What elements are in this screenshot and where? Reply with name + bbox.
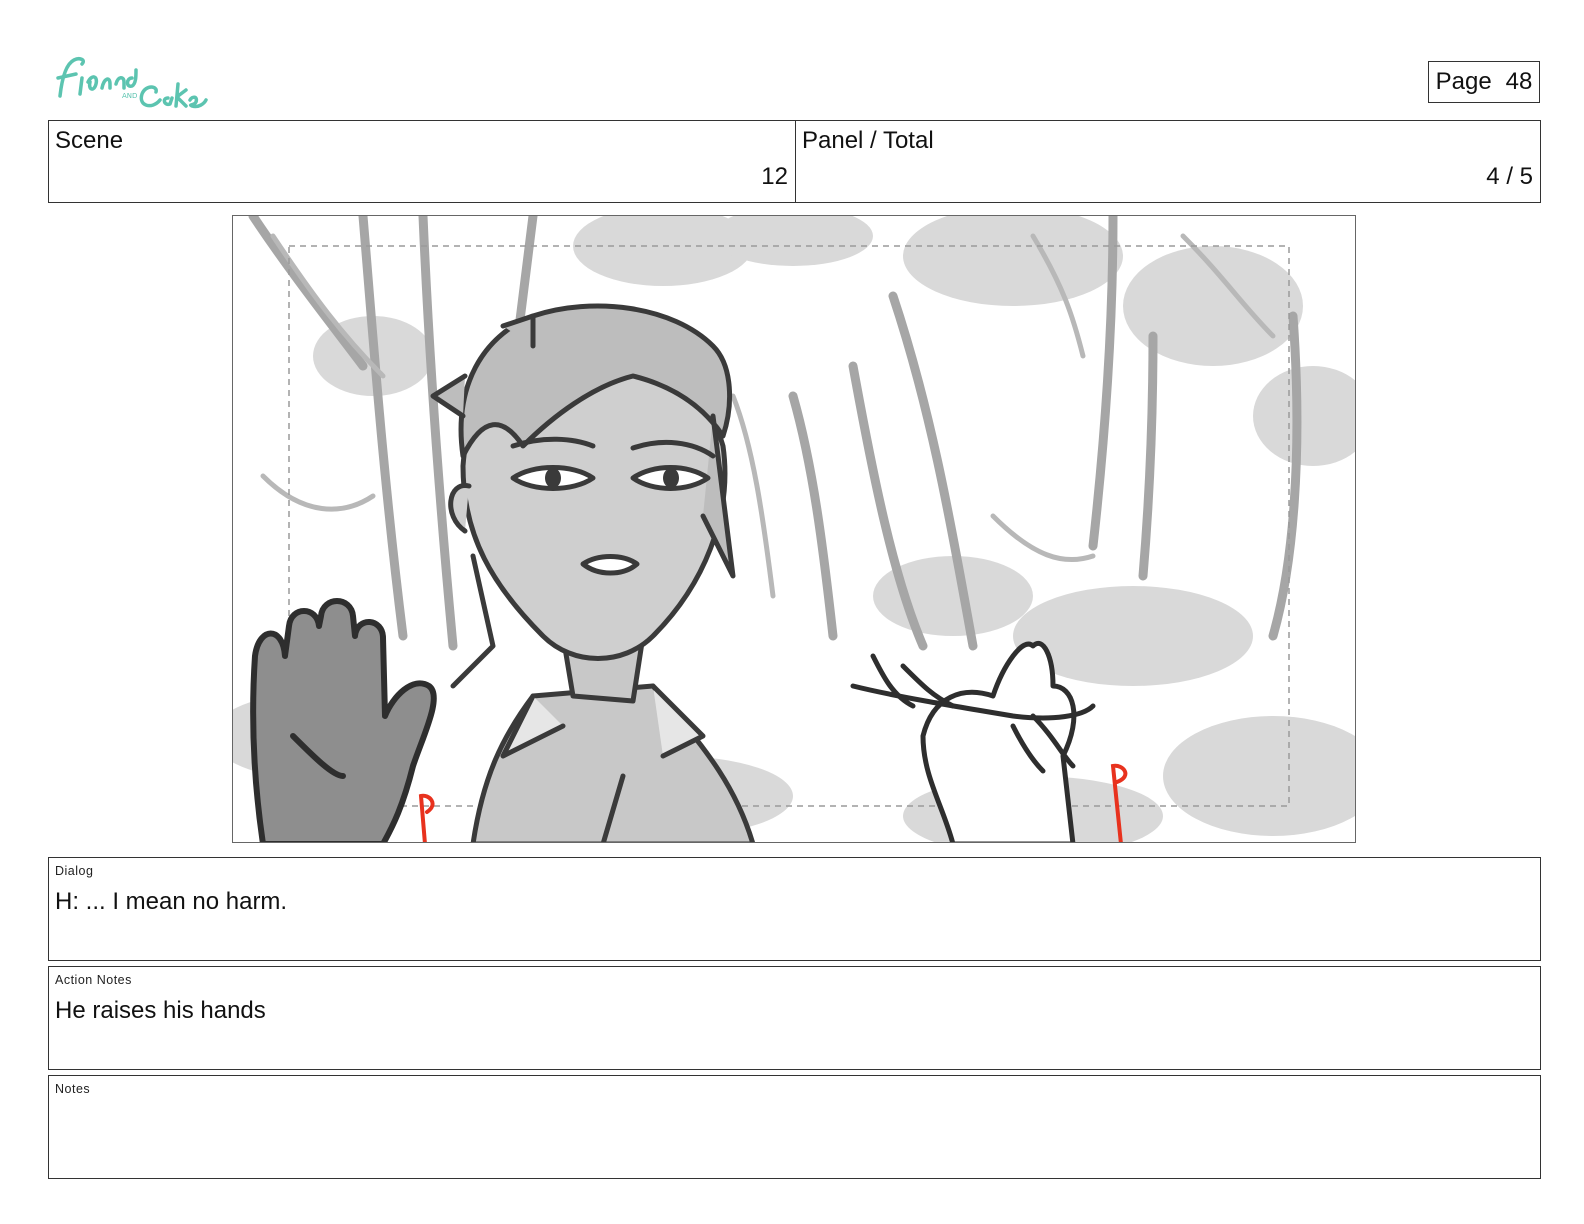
dialog-box: Dialog H: ... I mean no harm. (48, 857, 1541, 961)
scene-cell: Scene 12 (49, 121, 796, 202)
scene-label: Scene (55, 127, 124, 154)
storyboard-panel-image (232, 215, 1356, 843)
storyboard-sketch-icon (233, 216, 1355, 842)
page-label: Page (1435, 68, 1492, 95)
panel-label: Panel / Total (802, 127, 934, 154)
page-number: 48 (1505, 68, 1533, 95)
svg-text:AND: AND (122, 92, 137, 100)
page-number-box: Page 48 (1428, 61, 1540, 103)
action-notes-label: Action Notes (55, 973, 132, 987)
notes-box: Notes (48, 1075, 1541, 1179)
notes-label: Notes (55, 1082, 91, 1096)
action-notes-box: Action Notes He raises his hands (48, 966, 1541, 1070)
dialog-text: H: ... I mean no harm. (55, 888, 288, 915)
dialog-label: Dialog (55, 864, 94, 878)
fionna-and-cake-logo: AND (52, 48, 212, 116)
scene-value: 12 (761, 163, 788, 190)
scene-panel-header: Scene 12 Panel / Total 4 / 5 (48, 120, 1541, 203)
panel-value: 4 / 5 (1486, 163, 1533, 190)
panel-cell: Panel / Total 4 / 5 (796, 121, 1540, 202)
action-notes-text: He raises his hands (55, 997, 266, 1024)
